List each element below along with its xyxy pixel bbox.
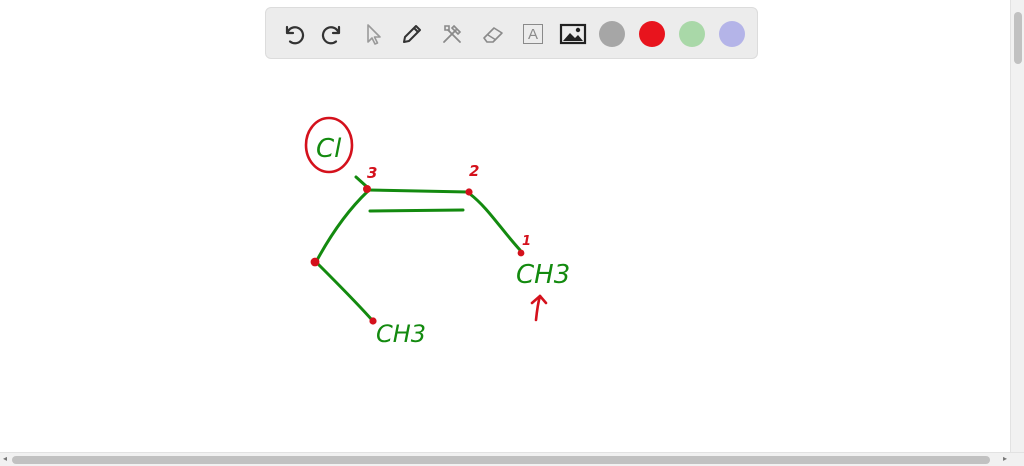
green-strokes [314, 175, 522, 322]
atom-dot-2 [465, 188, 473, 196]
ch3-left-label: CH3 [376, 320, 426, 348]
atom-dot-3 [363, 185, 371, 193]
scroll-left-arrow-icon[interactable]: ◂ [3, 455, 7, 463]
atom-dot-left [310, 257, 320, 267]
carbon-number-1: 1 [522, 234, 531, 249]
vertical-scrollbar[interactable] [1010, 0, 1024, 452]
horizontal-scroll-thumb[interactable] [12, 456, 990, 464]
carbon-number-3: 3 [367, 164, 377, 182]
drawing-canvas[interactable]: Cl CH3 CH3 3 2 1 [0, 0, 1010, 452]
vertical-scroll-thumb[interactable] [1014, 12, 1022, 64]
scroll-right-arrow-icon[interactable]: ▸ [1003, 455, 1007, 463]
ch3-right-label: CH3 [516, 260, 570, 290]
bond-2-1 [468, 192, 522, 252]
horizontal-scrollbar[interactable]: ◂ ▸ [0, 452, 1024, 466]
bond-cl-3 [354, 175, 368, 188]
double-bond-top [366, 188, 470, 194]
cl-label: Cl [316, 134, 342, 164]
atom-dots [310, 185, 525, 325]
up-arrow [530, 294, 548, 322]
bond-3-left [314, 189, 370, 264]
double-bond-bottom [368, 208, 465, 213]
bond-left-ch3 [316, 262, 374, 322]
carbon-number-2: 2 [469, 162, 479, 180]
atom-dot-1 [517, 249, 525, 257]
